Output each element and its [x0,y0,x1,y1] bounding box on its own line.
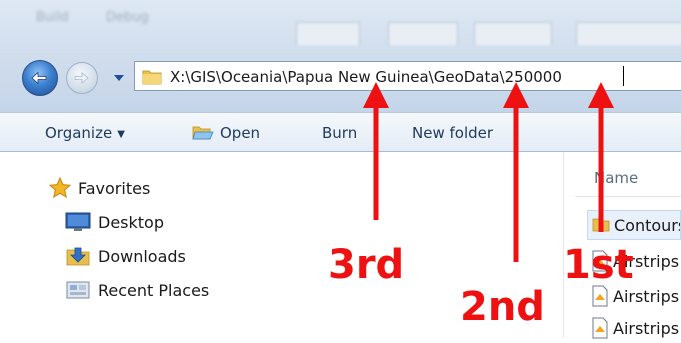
arrow-2nd [503,82,529,262]
arrow-3rd [363,82,389,220]
annotation-label-1st: 1st [563,242,634,288]
annotation-label-2nd: 2nd [460,284,545,330]
arrow-1st [588,82,614,232]
annotation-label-3rd: 3rd [328,242,405,288]
